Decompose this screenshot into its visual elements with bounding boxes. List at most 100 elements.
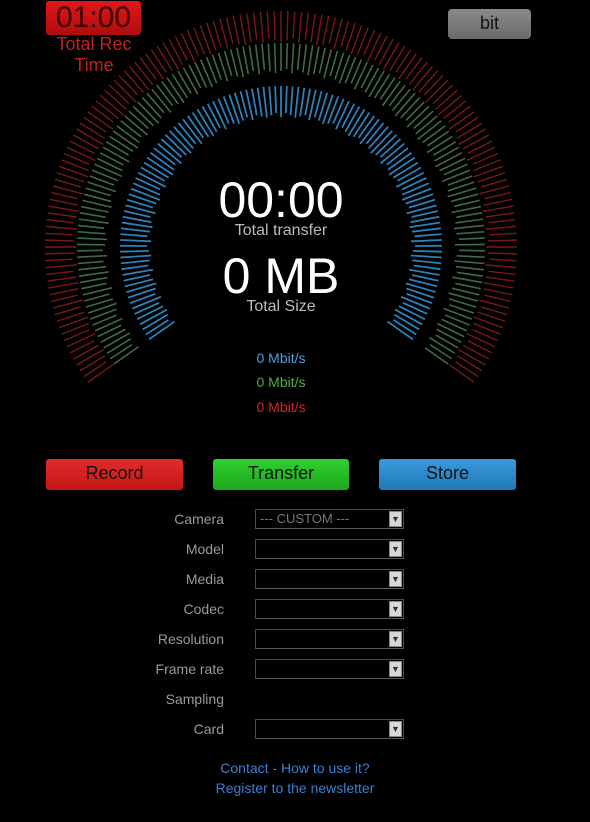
camera-select-value: --- CUSTOM ---	[260, 511, 350, 526]
footer-separator: -	[268, 760, 281, 776]
newsletter-link[interactable]: Register to the newsletter	[216, 780, 375, 796]
gauge-tick-outer	[418, 70, 439, 93]
gauge-tick-middle	[109, 135, 134, 153]
gauge-tick-outer	[482, 205, 514, 213]
gauge-tick-middle	[458, 237, 485, 241]
gauge-tick-outer	[448, 364, 475, 383]
gauge-tick-outer	[45, 225, 77, 230]
gauge-tick-inner	[341, 103, 356, 129]
gauge-tick-middle	[439, 157, 466, 172]
resolution-select[interactable]: ▼	[255, 629, 404, 649]
gauge-tick-middle	[102, 146, 130, 163]
gauge-tick-outer	[48, 281, 80, 289]
gauge-tick-middle	[242, 46, 250, 75]
gauge-tick-middle	[223, 50, 233, 77]
gauge-tick-outer	[69, 140, 95, 154]
gauge-tick-inner	[123, 274, 151, 282]
gauge-tick-inner	[217, 98, 230, 124]
gauge-tick-outer	[374, 35, 388, 61]
camera-select[interactable]: --- CUSTOM --- ▼	[255, 509, 404, 529]
gauge-tick-inner	[121, 264, 149, 271]
total-size-value: 0 MB	[222, 248, 340, 304]
gauge-tick-middle	[103, 332, 131, 349]
gauge-tick-outer	[66, 333, 96, 348]
gauge-tick-middle	[415, 115, 438, 135]
gauge-tick-middle	[456, 254, 485, 258]
gauge-tick-middle	[379, 77, 396, 100]
gauge-tick-middle	[426, 135, 453, 154]
store-button[interactable]: Store	[379, 459, 516, 490]
resolution-label: Resolution	[157, 631, 224, 647]
gauge-tick-middle	[79, 276, 108, 284]
gauge-tick-middle	[422, 125, 446, 144]
framerate-select[interactable]: ▼	[255, 659, 404, 679]
gauge-tick-middle	[436, 328, 462, 344]
gauge-tick-outer	[405, 57, 423, 80]
gauge-tick-inner	[321, 94, 334, 125]
gauge-tick-inner	[251, 88, 258, 116]
gauge-tick-inner	[400, 295, 431, 310]
gauge-tick-inner	[289, 86, 294, 116]
gauge-tick-outer	[45, 258, 73, 262]
gauge-tick-outer	[87, 364, 114, 383]
gauge-tick-inner	[402, 301, 428, 315]
gauge-tick-inner	[120, 227, 150, 233]
gauge-tick-inner	[294, 86, 300, 118]
gauge-tick-inner	[228, 94, 241, 125]
gauge-tick-middle	[434, 146, 460, 162]
gauge-tick-inner	[408, 268, 440, 276]
gauge-tick-outer	[435, 89, 458, 110]
gauge-tick-middle	[78, 271, 109, 277]
gauge-tick-middle	[285, 43, 289, 70]
codec-select[interactable]: ▼	[255, 599, 404, 619]
model-select[interactable]: ▼	[255, 539, 404, 559]
gauge-tick-middle	[132, 105, 155, 127]
gauge-tick-middle	[199, 59, 214, 88]
gauge-tick-middle	[273, 43, 277, 74]
card-select[interactable]: ▼	[255, 719, 404, 739]
gauge-tick-middle	[453, 224, 484, 230]
transfer-button[interactable]: Transfer	[213, 459, 349, 490]
gauge-tick-outer	[423, 74, 444, 96]
gauge-tick-inner	[401, 182, 430, 196]
gauge-tick-inner	[410, 239, 442, 243]
gauge-tick-outer	[467, 340, 493, 354]
gauge-tick-middle	[435, 334, 459, 349]
gauge-tick-middle	[434, 152, 463, 168]
gauge-tick-outer	[145, 53, 164, 80]
gauge-tick-middle	[99, 152, 124, 166]
gauge-tick-inner	[140, 166, 165, 182]
gauge-tick-outer	[113, 79, 137, 103]
gauge-tick-outer	[456, 355, 483, 372]
gauge-tick-outer	[304, 12, 310, 40]
transfer-rate: 0 Mbit/s	[256, 374, 306, 390]
gauge-tick-middle	[455, 218, 484, 224]
gauge-tick-outer	[322, 15, 330, 45]
gauge-tick-middle	[391, 88, 411, 112]
gauge-tick-middle	[360, 64, 374, 89]
gauge-tick-middle	[302, 44, 308, 73]
record-button[interactable]: Record	[46, 459, 183, 490]
gauge-tick-middle	[312, 46, 320, 75]
framerate-label: Frame rate	[155, 661, 224, 677]
gauge-tick-outer	[333, 18, 343, 50]
footer-newsletter: Register to the newsletter	[0, 779, 590, 797]
gauge-tick-outer	[398, 53, 417, 80]
gauge-tick-outer	[487, 239, 517, 242]
gauge-tick-inner	[268, 86, 273, 116]
media-row: Media ▼	[0, 569, 590, 591]
media-select[interactable]: ▼	[255, 569, 404, 589]
gauge-tick-middle	[455, 265, 484, 271]
gauge-tick-outer	[340, 20, 350, 47]
gauge-tick-outer	[456, 122, 483, 139]
gauge-tick-middle	[141, 96, 162, 119]
gauge-tick-middle	[353, 61, 368, 90]
contact-link[interactable]: Contact	[220, 760, 268, 776]
gauge-tick-outer	[286, 11, 289, 41]
gauge-tick-outer	[108, 84, 130, 105]
gauge-tick-outer	[150, 49, 167, 73]
codec-label: Codec	[183, 601, 224, 617]
gauge-tick-outer	[489, 258, 517, 262]
gauge-tick-outer	[462, 134, 490, 150]
how-to-use-link[interactable]: How to use it?	[281, 760, 370, 776]
